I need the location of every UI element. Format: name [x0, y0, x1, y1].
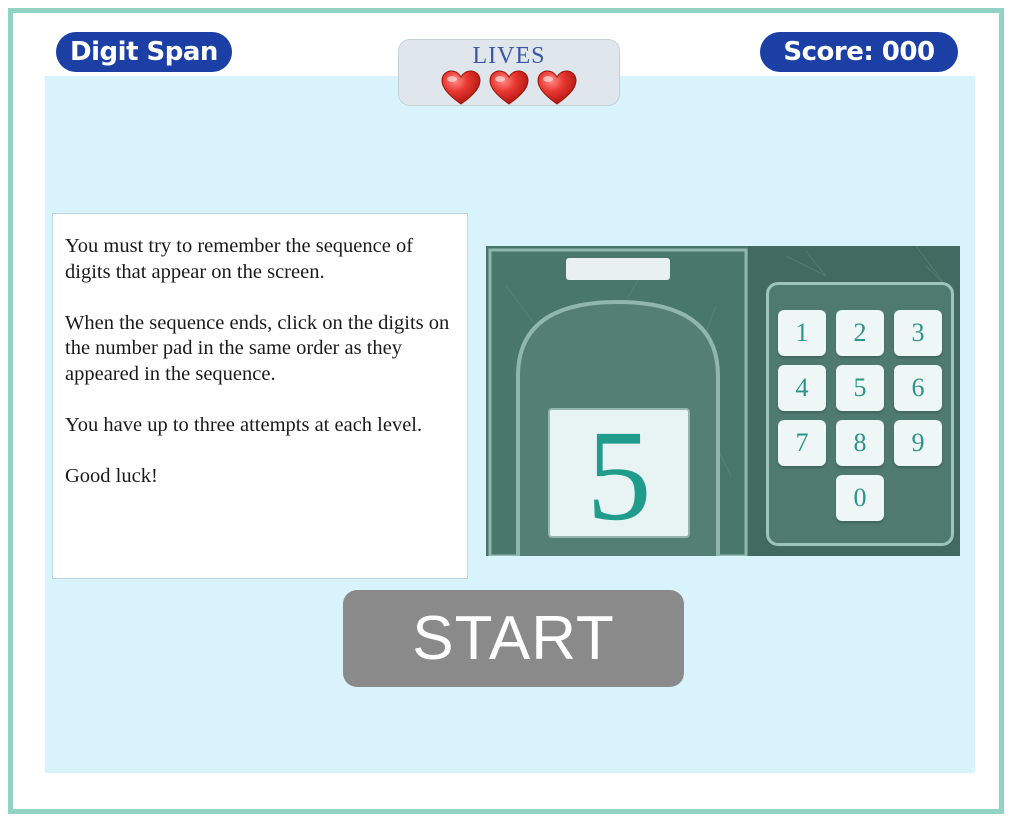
instruction-paragraph: You must try to remember the sequence of…: [65, 235, 414, 283]
start-button-label: START: [412, 604, 615, 673]
lives-label: LIVES: [472, 43, 546, 69]
instructions-panel: You must try to remember the sequence of…: [52, 213, 468, 579]
lives-hearts: [399, 70, 619, 106]
start-button[interactable]: START: [343, 590, 684, 687]
heart-icon: [537, 70, 577, 105]
keypad-key: 4: [778, 365, 826, 411]
keypad-key: 5: [836, 365, 884, 411]
number-pad: 1 2 3 4 5 6 7 8 9 0: [766, 282, 954, 546]
game-preview-image: 5 1 2 3 4 5 6 7 8 9 0: [486, 246, 960, 556]
keypad-key: 8: [836, 420, 884, 466]
instruction-paragraph: You have up to three attempts at each le…: [65, 413, 423, 436]
game-title-text: Digit Span: [70, 37, 218, 67]
score-text: Score: 000: [783, 37, 935, 67]
keypad-key: 0: [836, 475, 884, 521]
lives-panel: LIVES: [398, 39, 620, 106]
sequence-digit-display: 5: [548, 404, 690, 548]
keypad-key: 1: [778, 310, 826, 356]
instruction-paragraph: When the sequence ends, click on the dig…: [65, 311, 450, 385]
sequence-digit: 5: [586, 404, 652, 548]
keypad-key: 7: [778, 420, 826, 466]
keypad-key: 3: [894, 310, 942, 356]
keypad-key: 2: [836, 310, 884, 356]
instruction-paragraph: Good luck!: [65, 464, 158, 487]
heart-icon: [489, 70, 529, 105]
keypad-key: 9: [894, 420, 942, 466]
keypad-key: 6: [894, 365, 942, 411]
heart-icon: [441, 70, 481, 105]
score-display: Score: 000: [760, 32, 958, 72]
game-title: Digit Span: [56, 32, 232, 72]
